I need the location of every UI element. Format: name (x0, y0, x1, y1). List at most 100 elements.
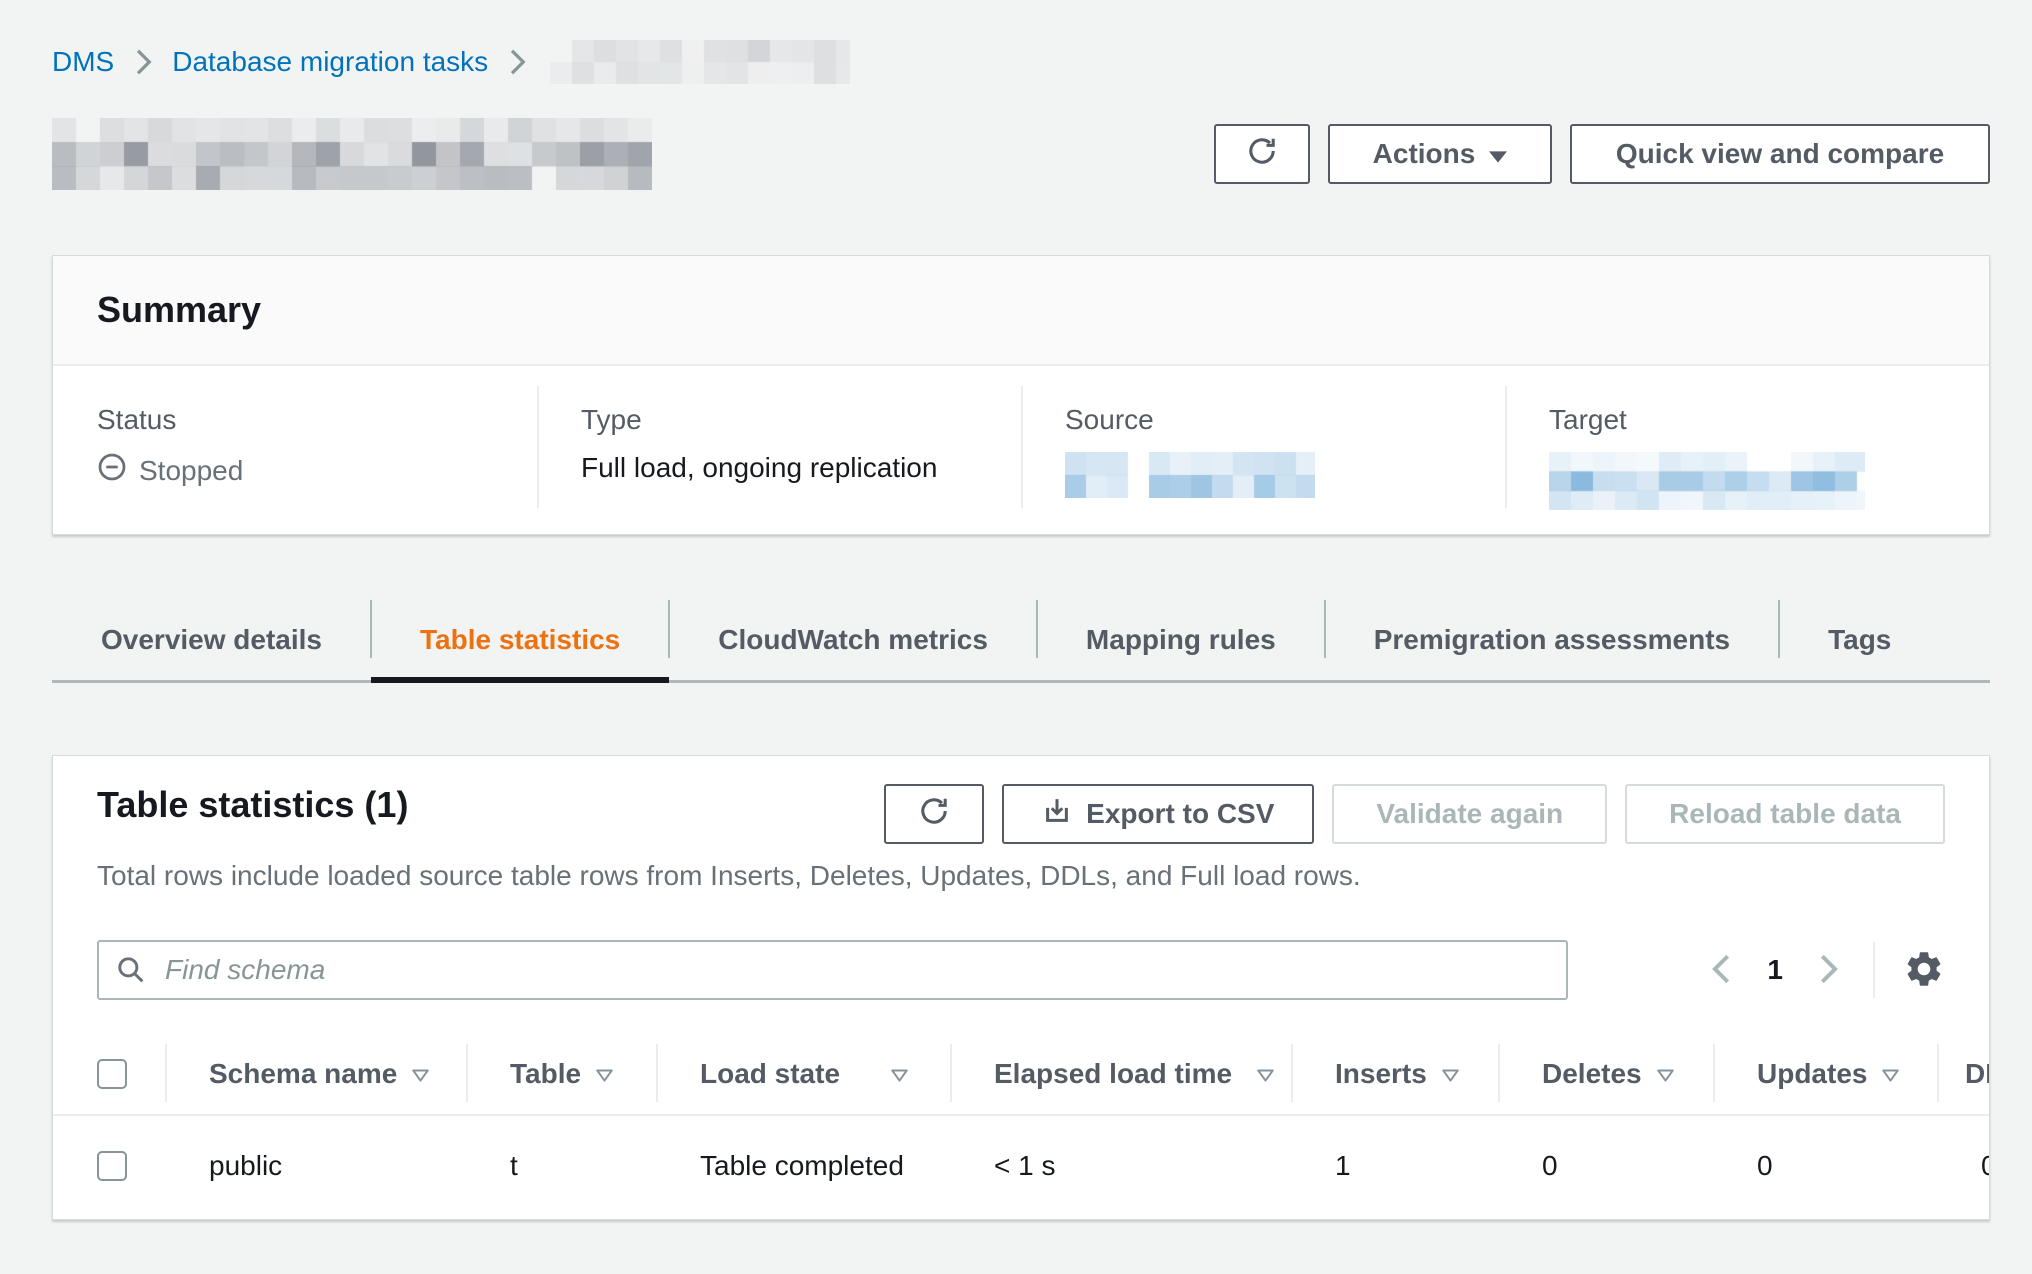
summary-body: Status Stopped Type Full load, ongoing r… (53, 366, 1989, 532)
breadcrumb-tasks-link[interactable]: Database migration tasks (172, 46, 488, 78)
tab-mapping-rules[interactable]: Mapping rules (1037, 600, 1325, 680)
table-statistics-buttons: Export to CSV Validate again Reload tabl… (884, 784, 1945, 844)
sort-icon (411, 1058, 430, 1090)
type-label: Type (581, 404, 1021, 436)
page-header: Actions Quick view and compare (52, 116, 1990, 192)
tab-label: Tags (1828, 624, 1891, 656)
tab-cloudwatch-metrics[interactable]: CloudWatch metrics (669, 600, 1037, 680)
chevron-right-icon (1815, 952, 1841, 989)
summary-card: Summary Status Stopped Type Full load, o… (52, 255, 1990, 535)
table-toolbar: 1 (53, 940, 1989, 1000)
summary-card-header: Summary (53, 256, 1989, 366)
refresh-icon (918, 795, 950, 834)
gear-icon (1903, 948, 1945, 993)
previous-page-button[interactable] (1705, 948, 1739, 993)
column-header-deletes[interactable]: Deletes (1498, 1034, 1713, 1114)
tab-label: Mapping rules (1086, 624, 1276, 656)
refresh-table-button[interactable] (884, 784, 984, 844)
tab-tags[interactable]: Tags (1779, 600, 1940, 680)
status-label: Status (97, 404, 537, 436)
reload-table-data-button[interactable]: Reload table data (1625, 784, 1945, 844)
cell-schema-name: public (165, 1116, 466, 1216)
search-icon (115, 954, 147, 991)
cell-updates: 0 (1713, 1116, 1937, 1216)
row-select-cell (53, 1116, 165, 1216)
tab-label: Premigration assessments (1374, 624, 1730, 656)
table-header-row: Schema name Table Load state Elapsed loa… (53, 1034, 1989, 1116)
chevron-right-icon (506, 47, 528, 77)
select-all-cell (53, 1034, 165, 1114)
stopped-status-icon (97, 452, 127, 489)
header-actions: Actions Quick view and compare (1214, 124, 1990, 184)
breadcrumb-task-name-redacted (550, 40, 850, 84)
table-statistics-title: Table statistics (1) (97, 784, 408, 826)
column-header-inserts[interactable]: Inserts (1291, 1034, 1498, 1114)
column-header-schema-name[interactable]: Schema name (165, 1034, 466, 1114)
breadcrumb-dms-link[interactable]: DMS (52, 46, 114, 78)
source-label: Source (1065, 404, 1505, 436)
pagination-divider (1873, 942, 1875, 998)
sort-icon (1441, 1058, 1460, 1090)
sort-icon (890, 1058, 909, 1090)
next-page-button[interactable] (1811, 948, 1845, 993)
cell-elapsed-load-time: < 1 s (950, 1116, 1291, 1216)
cell-deletes: 0 (1498, 1116, 1713, 1216)
export-to-csv-button[interactable]: Export to CSV (1002, 784, 1314, 844)
column-label: Deletes (1542, 1058, 1642, 1090)
refresh-button[interactable] (1214, 124, 1310, 184)
caret-down-icon (1489, 138, 1507, 170)
download-icon (1042, 796, 1072, 833)
column-header-table[interactable]: Table (466, 1034, 656, 1114)
table-row: public t Table completed < 1 s 1 0 0 0 (53, 1116, 1989, 1216)
validate-again-button[interactable]: Validate again (1332, 784, 1607, 844)
column-label: Elapsed load time (994, 1058, 1232, 1090)
select-all-checkbox[interactable] (97, 1059, 127, 1089)
row-checkbox[interactable] (97, 1151, 127, 1181)
actions-button[interactable]: Actions (1328, 124, 1552, 184)
tab-overview-details[interactable]: Overview details (52, 600, 371, 680)
task-name-title-redacted (52, 118, 652, 190)
table-preferences-button[interactable] (1903, 948, 1945, 993)
summary-target-field: Target (1505, 366, 1989, 532)
tab-table-statistics[interactable]: Table statistics (371, 600, 669, 680)
page-number[interactable]: 1 (1763, 950, 1787, 990)
search-input[interactable] (97, 940, 1568, 1000)
tab-label: Overview details (101, 624, 322, 656)
chevron-left-icon (1709, 952, 1735, 989)
target-label: Target (1549, 404, 1989, 436)
column-label: Table (510, 1058, 581, 1090)
export-label: Export to CSV (1086, 798, 1274, 830)
sort-icon (1656, 1058, 1675, 1090)
tab-premigration-assessments[interactable]: Premigration assessments (1325, 600, 1779, 680)
pagination: 1 (1705, 942, 1945, 998)
cell-load-state: Table completed (656, 1116, 950, 1216)
target-endpoint-redacted (1549, 452, 1865, 510)
column-header-elapsed-load-time[interactable]: Elapsed load time (950, 1034, 1291, 1114)
column-label: Schema name (209, 1058, 397, 1090)
table-statistics-card: Table statistics (1) Export to (52, 755, 1990, 1220)
cell-table: t (466, 1116, 656, 1216)
actions-button-label: Actions (1373, 138, 1476, 170)
column-label: Load state (700, 1058, 840, 1090)
dms-task-page: DMS Database migration tasks Actions (0, 0, 2032, 1274)
summary-status-field: Status Stopped (53, 366, 537, 532)
table-statistics-header: Table statistics (1) Export to (53, 756, 1989, 844)
quick-view-and-compare-button[interactable]: Quick view and compare (1570, 124, 1990, 184)
sort-icon (1881, 1058, 1900, 1090)
reload-label: Reload table data (1669, 798, 1901, 830)
cell-ddls: 0 (1937, 1116, 1990, 1216)
column-header-updates[interactable]: Updates (1713, 1034, 1937, 1114)
cell-inserts: 1 (1291, 1116, 1498, 1216)
column-header-load-state[interactable]: Load state (656, 1034, 950, 1114)
sort-icon (595, 1058, 614, 1090)
schema-search (97, 940, 1568, 1000)
status-value: Stopped (97, 452, 537, 489)
column-label: Inserts (1335, 1058, 1427, 1090)
task-tabs: Overview details Table statistics CloudW… (52, 600, 1990, 683)
breadcrumb: DMS Database migration tasks (52, 38, 850, 86)
summary-type-field: Type Full load, ongoing replication (537, 366, 1021, 532)
table-statistics-description: Total rows include loaded source table r… (53, 860, 1989, 892)
tab-label: CloudWatch metrics (718, 624, 988, 656)
column-header-ddls[interactable]: DDLs (1937, 1034, 1990, 1114)
type-value: Full load, ongoing replication (581, 452, 1021, 484)
